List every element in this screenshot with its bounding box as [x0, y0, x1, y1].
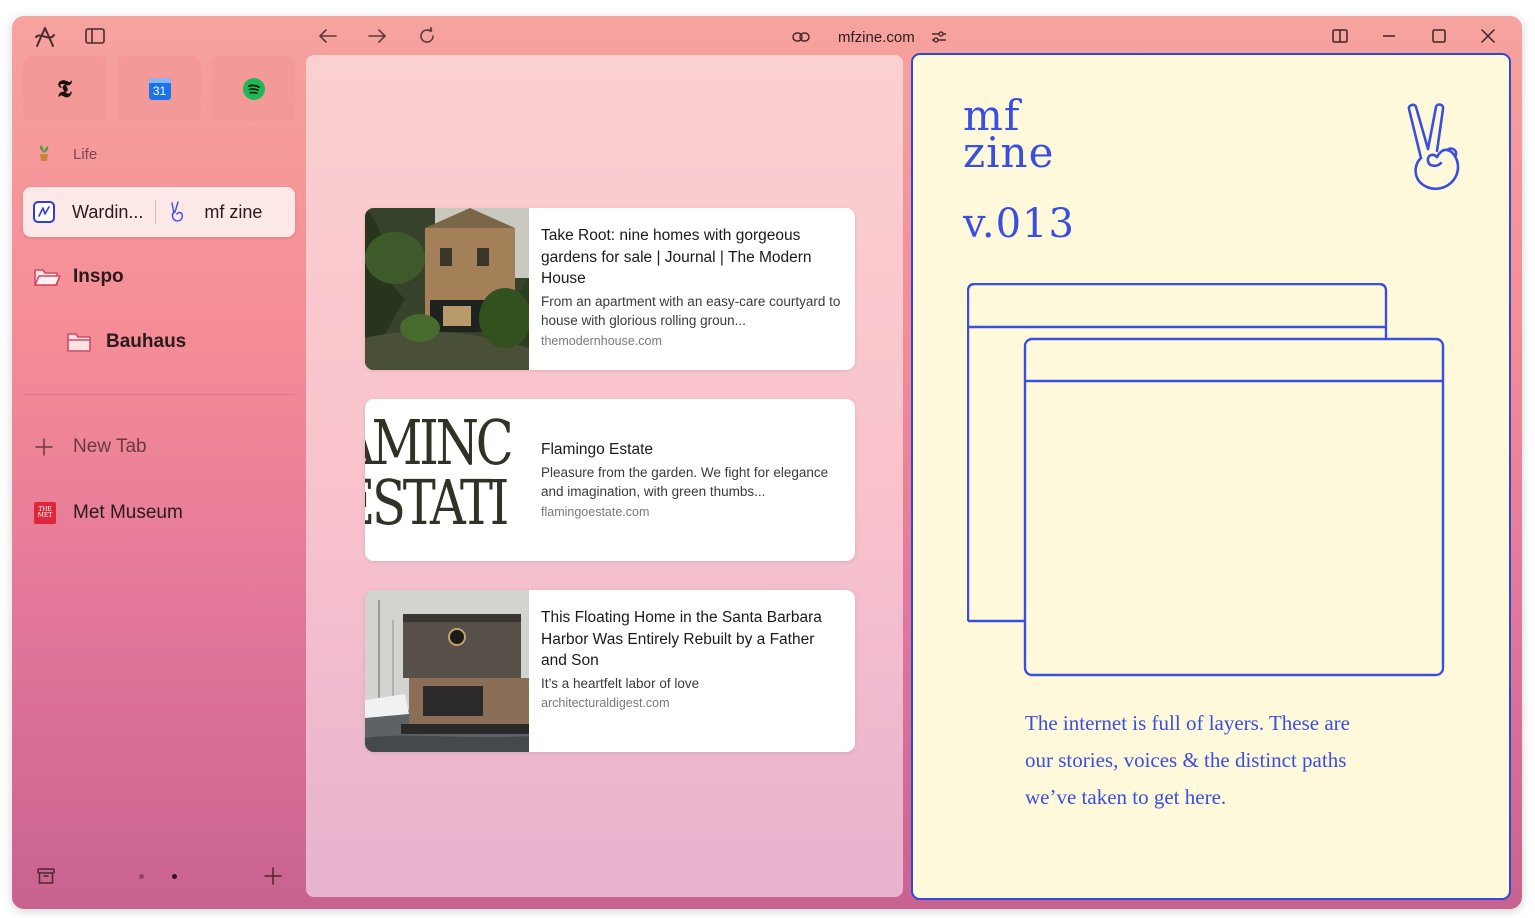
- card-thumbnail-floating-home: [365, 590, 529, 752]
- tab-wardin[interactable]: Wardin...: [23, 187, 143, 237]
- pinned-calendar[interactable]: 31: [118, 56, 201, 121]
- link-card[interactable]: Take Root: nine homes with gorgeous gard…: [365, 208, 855, 370]
- new-tab-label: New Tab: [73, 436, 147, 457]
- split-view-tab[interactable]: Wardin... mf zine: [23, 187, 295, 237]
- open-folder-icon: [33, 266, 61, 288]
- space-dot-active[interactable]: [172, 874, 177, 879]
- url-text[interactable]: mfzine.com: [838, 29, 915, 46]
- peace-hand-icon: [168, 201, 186, 223]
- folder-bauhaus[interactable]: Bauhaus: [66, 331, 186, 353]
- space-switcher-dots[interactable]: [139, 873, 179, 881]
- layered-windows-illustration: [966, 282, 1447, 679]
- card-source: themodernhouse.com: [541, 333, 662, 348]
- zine-version: v.013: [963, 201, 1075, 247]
- potted-plant-icon: [36, 144, 54, 165]
- card-source: flamingoestate.com: [541, 504, 650, 519]
- reload-icon[interactable]: [416, 26, 438, 46]
- maximize-icon[interactable]: [1429, 27, 1449, 45]
- zine-logo[interactable]: mf zine: [963, 95, 1054, 174]
- card-thumbnail-garden-house: [365, 208, 529, 370]
- minimize-icon[interactable]: [1379, 27, 1399, 45]
- new-space-plus-icon[interactable]: [262, 865, 284, 887]
- folder-inspo[interactable]: Inspo: [33, 266, 124, 288]
- pinned-nytimes[interactable]: 𝕿: [23, 56, 106, 121]
- calendar-icon: 31: [148, 77, 171, 100]
- close-icon[interactable]: [1478, 27, 1498, 45]
- card-thumbnail-flamingo-estate: AMINC ESTATI: [365, 399, 529, 561]
- card-title: This Floating Home in the Santa Barbara …: [541, 609, 822, 669]
- split-divider: [155, 200, 157, 224]
- pinned-spotify[interactable]: [212, 56, 295, 121]
- sliders-icon[interactable]: [931, 30, 947, 44]
- folder-bauhaus-label: Bauhaus: [106, 331, 187, 352]
- link-icon[interactable]: [792, 31, 810, 43]
- peace-hand-illustration-icon: [1403, 103, 1465, 193]
- link-card[interactable]: This Floating Home in the Santa Barbara …: [365, 590, 855, 752]
- calendar-badge: 31: [152, 83, 167, 98]
- arrow-right-icon[interactable]: [366, 26, 388, 46]
- sidebar-divider: [23, 394, 295, 395]
- card-description: It’s a heartfelt labor of love: [541, 675, 700, 691]
- card-source: architecturaldigest.com: [541, 696, 670, 710]
- spotify-icon: [242, 77, 265, 100]
- split-view-icon[interactable]: [1330, 27, 1350, 45]
- arc-logo-icon[interactable]: [32, 25, 58, 49]
- flamingo-wordmark: AMINC ESTATI: [365, 406, 514, 539]
- folder-icon: [66, 331, 92, 353]
- card-description: From an apartment with an easy-care cour…: [541, 293, 841, 329]
- folder-inspo-label: Inspo: [73, 266, 124, 287]
- card-description: Pleasure from the garden. We fight for e…: [541, 464, 829, 500]
- tab-mf-zine[interactable]: mf zine: [168, 187, 262, 237]
- nyt-logo-icon: 𝕿: [57, 74, 72, 103]
- tab-met-museum[interactable]: THE MET Met Museum: [34, 502, 183, 524]
- plus-icon: [34, 437, 54, 457]
- wardin-app-icon: [33, 201, 55, 223]
- right-split-pane: mf zine v.013 The internet is full of la…: [911, 53, 1511, 900]
- tab-met-museum-label: Met Museum: [73, 502, 183, 523]
- space-label: Life: [73, 146, 98, 163]
- sidebar-toggle-icon[interactable]: [84, 26, 106, 46]
- card-title: Flamingo Estate: [541, 441, 653, 458]
- met-museum-logo-icon: THE MET: [34, 502, 56, 524]
- archive-icon[interactable]: [35, 865, 57, 887]
- space-header[interactable]: Life: [36, 144, 97, 165]
- tab-mf-zine-label: mf zine: [204, 201, 263, 222]
- address-bar[interactable]: mfzine.com: [792, 24, 947, 50]
- new-tab-button[interactable]: New Tab: [34, 436, 147, 458]
- browser-window: mfzine.com 𝕿 31 Life Wardin... mf zine I…: [12, 16, 1522, 909]
- tab-wardin-label: Wardin...: [72, 201, 144, 222]
- card-title: Take Root: nine homes with gorgeous gard…: [541, 227, 812, 287]
- left-split-pane: Take Root: nine homes with gorgeous gard…: [306, 55, 903, 897]
- link-card[interactable]: AMINC ESTATI Flamingo Estate Pleasure fr…: [365, 399, 855, 561]
- arrow-left-icon[interactable]: [317, 26, 339, 46]
- zine-intro-text: The internet is full of layers. These ar…: [1025, 711, 1350, 809]
- space-dot[interactable]: [139, 874, 144, 879]
